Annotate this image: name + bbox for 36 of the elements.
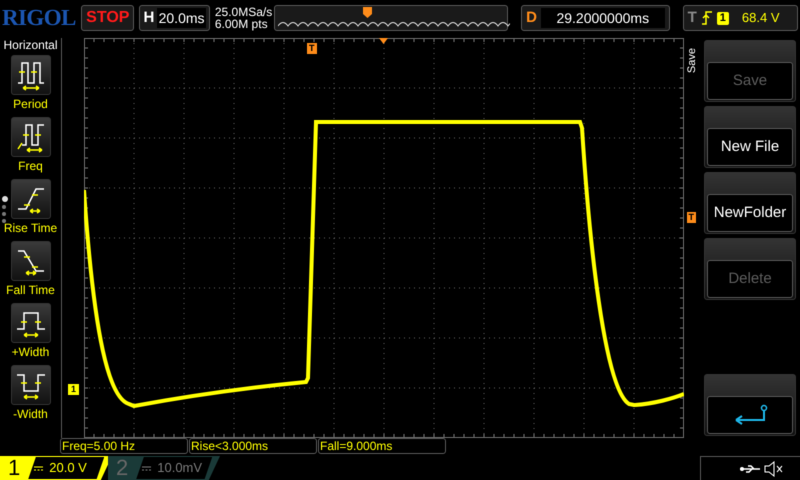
- delay-label: D: [526, 8, 537, 28]
- channel-marker: 1: [68, 384, 80, 395]
- measure-button[interactable]: Period: [10, 55, 50, 113]
- logo: RIGOL: [2, 4, 76, 32]
- speaker-muted-icon: [764, 460, 784, 476]
- menu-title: Save: [686, 48, 699, 74]
- timebase-value: 20.0ms: [157, 8, 206, 28]
- measurement-readout: Fall=9.000ms: [318, 438, 446, 454]
- dc-coupling-icon: [142, 466, 152, 470]
- waveform-overview-icon: [278, 19, 510, 29]
- trigger-position-marker: T: [307, 43, 316, 54]
- menu-title: Horizontal: [3, 38, 58, 52]
- measure-button[interactable]: +Width: [10, 303, 50, 361]
- measure-button[interactable]: -Width: [10, 365, 50, 423]
- measure-button[interactable]: Rise Time: [4, 179, 58, 237]
- trigger-label: T: [688, 8, 697, 28]
- horizontal-label: H: [143, 8, 154, 28]
- trigger-source-badge: 1: [716, 12, 729, 24]
- usb-icon: [740, 464, 760, 474]
- dc-coupling-icon: [34, 466, 44, 470]
- softkey-button[interactable]: New File: [704, 106, 796, 168]
- rising-edge-icon: [702, 11, 712, 25]
- memory-depth: 6.00M pts: [214, 18, 269, 30]
- delay-value: 29.2000000ms: [540, 8, 665, 28]
- measure-button[interactable]: Fall Time: [6, 241, 55, 299]
- trigger-position-icon: [362, 7, 372, 18]
- measure-button[interactable]: Freq: [10, 117, 50, 175]
- trigger-level-marker: T: [686, 212, 696, 223]
- channel-tab[interactable]: 2 10.0mV: [108, 456, 220, 480]
- measurement-readout: Rise<3.000ms: [189, 438, 317, 454]
- back-button[interactable]: [704, 374, 796, 436]
- center-marker-icon: [379, 38, 388, 44]
- run-status-button[interactable]: STOP: [81, 5, 134, 31]
- softkey-button[interactable]: NewFolder: [704, 172, 796, 234]
- trigger-level: 68.4 V: [742, 9, 780, 28]
- measurement-readout: Freq=5.00 Hz: [60, 438, 188, 454]
